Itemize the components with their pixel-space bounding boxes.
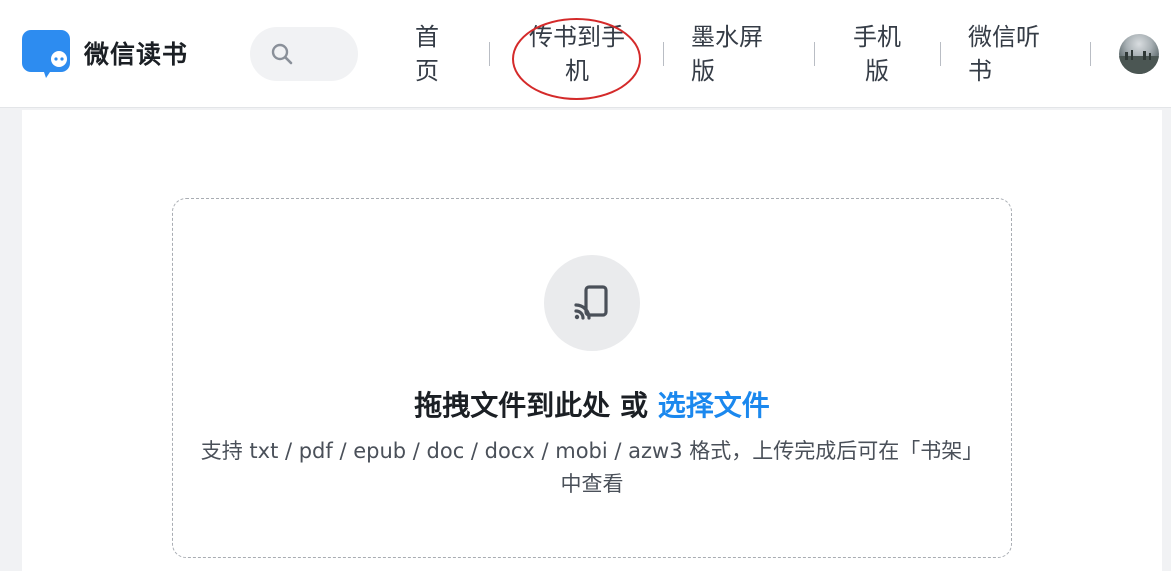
top-navbar: 微信读书 首 页 传书到手 机 墨水屏 版 手机 版 微信听 书 bbox=[0, 0, 1171, 108]
nav-mobile-version[interactable]: 手机 版 bbox=[852, 20, 902, 88]
supported-formats-text: 支持 txt / pdf / epub / doc / docx / mobi … bbox=[200, 439, 984, 496]
nav-divider bbox=[489, 42, 490, 66]
app-name: 微信读书 bbox=[84, 40, 189, 69]
nav-divider bbox=[663, 42, 664, 66]
avatar-image-icon bbox=[1119, 50, 1159, 74]
file-dropzone[interactable]: 拖拽文件到此处 或 选择文件 支持 txt / pdf / epub / doc… bbox=[172, 198, 1012, 558]
logo-icon bbox=[22, 30, 70, 78]
choose-file-link[interactable]: 选择文件 bbox=[658, 389, 770, 422]
upload-icon-badge bbox=[544, 255, 640, 351]
nav-transfer-to-phone[interactable]: 传书到手 机 bbox=[529, 20, 625, 88]
search-icon bbox=[271, 43, 293, 65]
dropzone-title: 拖拽文件到此处 或 选择文件 bbox=[414, 389, 770, 422]
nav-home[interactable]: 首 页 bbox=[415, 20, 439, 88]
nav-eink-version[interactable]: 墨水屏 版 bbox=[691, 20, 763, 88]
nav-divider bbox=[1090, 42, 1091, 66]
search-box[interactable] bbox=[250, 27, 358, 81]
user-avatar[interactable] bbox=[1119, 34, 1159, 74]
nav-wechat-listen[interactable]: 微信听 书 bbox=[968, 20, 1040, 88]
logo[interactable]: 微信读书 bbox=[22, 28, 188, 78]
nav-divider bbox=[814, 42, 815, 66]
cast-icon bbox=[574, 285, 608, 320]
nav-divider bbox=[940, 42, 941, 66]
upload-panel: 拖拽文件到此处 或 选择文件 支持 txt / pdf / epub / doc… bbox=[22, 110, 1162, 571]
